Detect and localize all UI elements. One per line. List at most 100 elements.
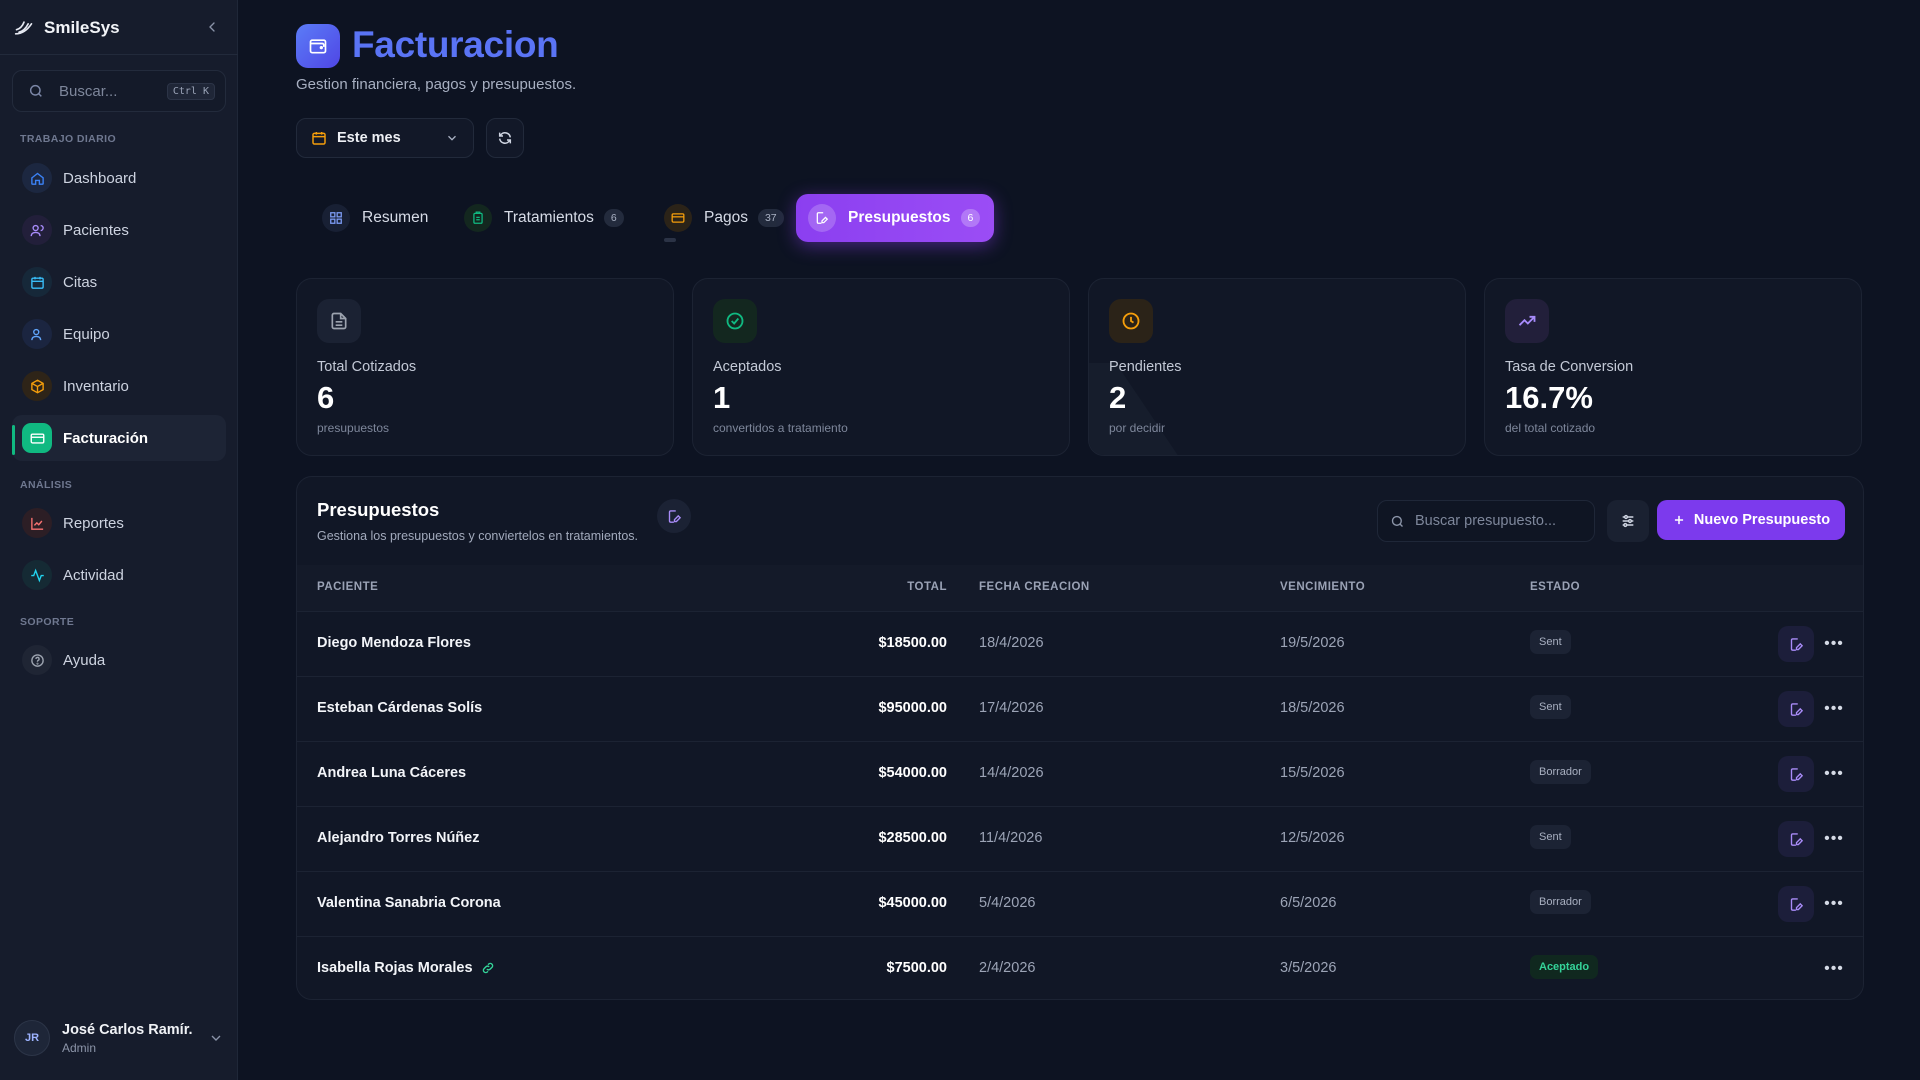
status-badge: Sent: [1530, 695, 1571, 719]
activity-icon: [22, 560, 52, 590]
table-row[interactable]: Valentina Sanabria Corona $45000.00 5/4/…: [297, 871, 1863, 936]
filter-button[interactable]: [1607, 500, 1649, 542]
more-options-icon[interactable]: •••: [1824, 764, 1844, 784]
patient-name-text: Diego Mendoza Flores: [317, 635, 471, 651]
edit-row-button[interactable]: [1778, 756, 1814, 792]
table-row[interactable]: Alejandro Torres Núñez $28500.00 11/4/20…: [297, 806, 1863, 871]
link-icon: [482, 962, 493, 974]
calendar-icon: [22, 267, 52, 297]
patient-name: Valentina Sanabria Corona: [317, 895, 501, 911]
more-options-icon[interactable]: •••: [1824, 699, 1844, 719]
sidebar-item-label: Inventario: [63, 377, 129, 395]
period-select[interactable]: Este mes: [296, 118, 474, 158]
tab-tratamientos[interactable]: Tratamientos 6: [452, 194, 638, 242]
sidebar: SmileSys Ctrl K TRABAJO DIARIO Dashboard…: [0, 0, 238, 1080]
sidebar-item-pacientes[interactable]: Pacientes: [12, 207, 226, 253]
brand[interactable]: SmileSys: [14, 16, 120, 40]
new-budget-button[interactable]: Nuevo Presupuesto: [1657, 500, 1845, 540]
users-icon: [22, 215, 52, 245]
tab-presupuestos[interactable]: Presupuestos 6: [796, 194, 995, 242]
edit-row-button[interactable]: [1778, 886, 1814, 922]
more-options-icon[interactable]: •••: [1824, 829, 1844, 849]
created-date: 11/4/2026: [979, 830, 1043, 846]
edit-row-button[interactable]: [1778, 821, 1814, 857]
table-row[interactable]: Diego Mendoza Flores $18500.00 18/4/2026…: [297, 611, 1863, 676]
sidebar-search-input[interactable]: [59, 82, 167, 100]
help-circle-icon: [22, 645, 52, 675]
stat-value: 1: [713, 380, 731, 415]
sidebar-item-label: Dashboard: [63, 169, 137, 187]
edit-row-button[interactable]: [1778, 626, 1814, 662]
stat-card-accepted: Aceptados 1 convertidos a tratamiento: [692, 278, 1070, 456]
column-header-due: VENCIMIENTO: [1280, 581, 1366, 593]
file-edit-icon: [1790, 767, 1803, 781]
credit-card-icon: [22, 423, 52, 453]
search-icon: [25, 80, 47, 102]
tab-label: Resumen: [362, 209, 429, 226]
sidebar-item-label: Pacientes: [63, 221, 129, 239]
sidebar-item-label: Actividad: [63, 566, 124, 584]
budgets-panel: Presupuestos Gestiona los presupuestos y…: [296, 476, 1864, 1000]
collapse-sidebar-button[interactable]: [204, 18, 220, 36]
tab-label: Tratamientos: [504, 209, 594, 226]
more-options-icon[interactable]: •••: [1824, 634, 1844, 654]
user-info: José Carlos Ramír... Admin: [62, 1022, 192, 1055]
user-group-icon: [22, 319, 52, 349]
refresh-button[interactable]: [486, 118, 524, 158]
edit-budget-icon[interactable]: [657, 499, 691, 533]
file-edit-icon: [808, 204, 836, 232]
grid-icon: [322, 204, 350, 232]
tab-resumen[interactable]: Resumen: [310, 194, 442, 242]
sidebar-item-actividad[interactable]: Actividad: [12, 552, 226, 598]
stat-value: 6: [317, 380, 335, 415]
tab-pagos[interactable]: Pagos 37: [652, 194, 798, 242]
user-role: Admin: [62, 1040, 97, 1055]
avatar: JR: [14, 1020, 50, 1056]
due-date: 15/5/2026: [1280, 765, 1345, 781]
table-row[interactable]: Esteban Cárdenas Solís $95000.00 17/4/20…: [297, 676, 1863, 741]
file-edit-icon: [1790, 702, 1803, 716]
table-row[interactable]: Andrea Luna Cáceres $54000.00 14/4/2026 …: [297, 741, 1863, 806]
sidebar-item-inventario[interactable]: Inventario: [12, 363, 226, 409]
budget-search-input[interactable]: [1415, 513, 1575, 529]
sidebar-item-dashboard[interactable]: Dashboard: [12, 155, 226, 201]
status-badge: Sent: [1530, 630, 1571, 654]
sidebar-item-label: Equipo: [63, 325, 110, 343]
file-edit-icon: [1790, 897, 1803, 911]
sidebar-item-label: Reportes: [63, 514, 124, 532]
sidebar-item-citas[interactable]: Citas: [12, 259, 226, 305]
created-date: 18/4/2026: [979, 635, 1044, 651]
tab-label: Presupuestos: [848, 209, 951, 226]
sidebar-item-label: Facturación: [63, 429, 149, 447]
due-date: 3/5/2026: [1280, 960, 1337, 976]
sidebar-item-ayuda[interactable]: Ayuda: [12, 637, 226, 683]
clock-icon: [1109, 299, 1153, 343]
sliders-icon: [1622, 514, 1634, 528]
status-badge: Borrador: [1530, 760, 1591, 784]
budget-total: $54000.00: [878, 765, 947, 781]
patient-name: Isabella Rojas Morales: [317, 960, 495, 976]
more-options-icon[interactable]: •••: [1824, 959, 1844, 979]
created-date: 17/4/2026: [979, 700, 1044, 716]
section-label-daily: TRABAJO DIARIO: [20, 133, 117, 145]
patient-name-text: Isabella Rojas Morales: [317, 960, 473, 976]
sidebar-item-reportes[interactable]: Reportes: [12, 500, 226, 546]
due-date: 6/5/2026: [1280, 895, 1337, 911]
stat-label: Tasa de Conversion: [1505, 359, 1634, 375]
stat-card-pending: Pendientes 2 por decidir: [1088, 278, 1466, 456]
page-subtitle: Gestion financiera, pagos y presupuestos…: [296, 76, 577, 93]
sidebar-item-equipo[interactable]: Equipo: [12, 311, 226, 357]
table-row[interactable]: Isabella Rojas Morales $7500.00 2/4/2026…: [297, 936, 1863, 999]
app-name: SmileSys: [44, 18, 120, 37]
sidebar-item-facturacion[interactable]: Facturación: [12, 415, 226, 461]
more-options-icon[interactable]: •••: [1824, 894, 1844, 914]
chevron-down-icon: [211, 1035, 221, 1041]
budget-total: $7500.00: [886, 960, 947, 976]
section-label-analysis: ANÁLISIS: [20, 479, 73, 491]
patient-name: Esteban Cárdenas Solís: [317, 700, 482, 716]
wallet-icon: [296, 24, 340, 68]
budget-search: [1377, 500, 1595, 542]
edit-row-button[interactable]: [1778, 691, 1814, 727]
chart-line-icon: [22, 508, 52, 538]
user-menu[interactable]: JR José Carlos Ramír... Admin: [14, 1016, 226, 1060]
